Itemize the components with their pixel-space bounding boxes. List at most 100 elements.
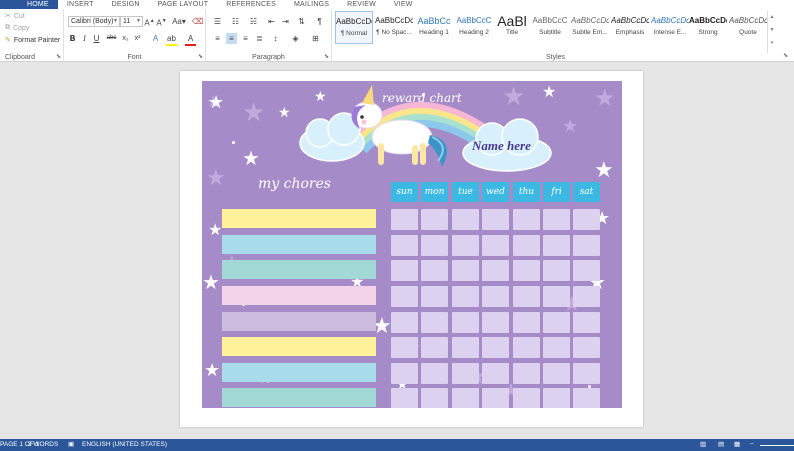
line-spacing-icon[interactable]: ↕	[270, 33, 281, 44]
scroll-up-icon[interactable]: ▲	[768, 11, 776, 24]
clear-formatting-icon[interactable]: ⌫	[192, 16, 203, 27]
status-bar: PAGE 1 OF 1 2 WORDS ▣ ENGLISH (UNITED ST…	[0, 439, 794, 451]
chore-checkbox-cell	[452, 312, 479, 333]
chore-checkbox-cell	[391, 286, 418, 307]
style-normal[interactable]: AaBbCcDc ¶ Normal	[335, 11, 373, 44]
chores-heading: my chores	[258, 176, 332, 192]
copy-icon: ⧉	[5, 24, 10, 31]
paragraph-launcher-icon[interactable]: ⬊	[324, 53, 329, 60]
tab-review[interactable]: REVIEW	[338, 0, 385, 9]
align-center-icon[interactable]: ≡	[226, 33, 237, 44]
borders-icon[interactable]: ⊞	[310, 33, 321, 44]
style-heading-2[interactable]: AaBbCcC Heading 2	[455, 11, 493, 44]
font-group-label: Font	[127, 54, 142, 61]
font-size-dropdown[interactable]: 11 ▼	[120, 16, 143, 27]
proofing-icon[interactable]: ▣	[68, 439, 74, 451]
italic-icon[interactable]: I	[79, 33, 90, 44]
styles-group-label: Styles	[545, 54, 566, 61]
align-right-icon[interactable]: ≡	[240, 33, 251, 44]
zoom-slider[interactable]	[760, 445, 794, 446]
chore-checkbox-cell	[452, 286, 479, 307]
styles-scroll[interactable]: ▲ ▼ ▾	[767, 11, 776, 53]
underline-icon[interactable]: U	[91, 33, 102, 44]
multilevel-list-icon[interactable]: ☵	[248, 16, 259, 27]
more-styles-icon[interactable]: ▾	[768, 37, 776, 50]
tab-design[interactable]: DESIGN	[103, 0, 149, 9]
tab-insert[interactable]: INSERT	[58, 0, 103, 9]
bold-icon[interactable]: B	[67, 33, 78, 44]
bullets-icon[interactable]: ☰	[212, 16, 223, 27]
tab-page-layout[interactable]: PAGE LAYOUT	[149, 0, 218, 9]
chore-checkbox-cell	[573, 388, 600, 408]
style-subtitle[interactable]: AaBbCcC Subtitle	[531, 11, 569, 44]
chore-checkbox-cell	[421, 312, 448, 333]
style-title[interactable]: AaBl Title	[493, 11, 531, 44]
style-no-spacing[interactable]: AaBbCcDc ¶ No Spac...	[375, 11, 413, 44]
chore-checkbox-cell	[452, 260, 479, 281]
text-effects-icon[interactable]: A	[150, 33, 161, 44]
font-name-dropdown[interactable]: Calibri (Body) ▼	[68, 16, 120, 27]
chore-checkbox-cell	[452, 337, 479, 358]
style-quote[interactable]: AaBbCcDc Quote	[729, 11, 767, 44]
tab-home[interactable]: HOME	[18, 0, 58, 9]
style-subtle-emphasis[interactable]: AaBbCcDc Subtle Em...	[571, 11, 609, 44]
clipboard-launcher-icon[interactable]: ⬊	[56, 53, 61, 60]
highlight-color-icon[interactable]: ab	[166, 33, 177, 46]
justify-icon[interactable]: ≣	[254, 33, 265, 44]
scissors-icon: ✂	[5, 13, 11, 20]
subscript-icon[interactable]: x₂	[120, 33, 131, 44]
style-name: Heading 2	[459, 29, 489, 36]
sort-icon[interactable]: ⇅	[296, 16, 307, 27]
zoom-out-icon[interactable]: −	[750, 439, 754, 451]
chore-bar	[222, 312, 376, 331]
numbering-icon[interactable]: ☷	[230, 16, 241, 27]
increase-indent-icon[interactable]: ⇥	[280, 16, 291, 27]
grow-font-icon[interactable]: A▲	[144, 16, 155, 29]
font-color-icon[interactable]: A	[185, 33, 196, 46]
chore-checkbox-cell	[482, 235, 509, 256]
decrease-indent-icon[interactable]: ⇤	[266, 16, 277, 27]
copy-button[interactable]: ⧉ Copy	[5, 24, 29, 32]
shrink-font-icon[interactable]: A▼	[156, 16, 167, 29]
tab-file[interactable]	[0, 0, 18, 9]
day-header-wed: wed	[482, 182, 509, 202]
ribbon-tab-bar: HOME INSERT DESIGN PAGE LAYOUT REFERENCE…	[0, 0, 794, 9]
style-emphasis[interactable]: AaBbCcDc Emphasis	[611, 11, 649, 44]
web-layout-icon[interactable]: ▦	[734, 439, 740, 451]
style-strong[interactable]: AaBbCcDc Strong	[689, 11, 727, 44]
shading-icon[interactable]: ◈	[290, 33, 301, 44]
document-area[interactable]: ★ ★ ★ ★ ★ ★ ★ ★ ★ ★ ★ ★ ★ ★ ★ ★ ★ ★ ★ ★ …	[0, 63, 794, 439]
tab-references[interactable]: REFERENCES	[217, 0, 285, 9]
chore-checkbox-cell	[513, 388, 540, 408]
tab-mailings[interactable]: MAILINGS	[285, 0, 338, 9]
strikethrough-icon[interactable]: abc	[106, 33, 117, 44]
paragraph-group: ☰ ☷ ☵ ⇤ ⇥ ⇅ ¶ ≡ ≡ ≡ ≣ ↕ ◈ ⊞ Paragraph ⬊	[206, 9, 332, 62]
document-page[interactable]: ★ ★ ★ ★ ★ ★ ★ ★ ★ ★ ★ ★ ★ ★ ★ ★ ★ ★ ★ ★ …	[180, 71, 643, 427]
reward-chart-image[interactable]: ★ ★ ★ ★ ★ ★ ★ ★ ★ ★ ★ ★ ★ ★ ★ ★ ★ ★ ★ ★ …	[202, 81, 622, 408]
format-painter-button[interactable]: ✎ Format Painter	[5, 36, 60, 45]
chore-checkbox-cell	[421, 286, 448, 307]
chore-checkbox-cell	[573, 260, 600, 281]
superscript-icon[interactable]: x²	[132, 33, 143, 44]
style-sample: AaBbCcDc	[611, 16, 649, 25]
font-launcher-icon[interactable]: ⬊	[198, 53, 203, 60]
chore-checkbox-cell	[482, 363, 509, 384]
print-layout-icon[interactable]: ▤	[718, 439, 724, 451]
cut-button[interactable]: ✂ Cut	[5, 12, 25, 21]
tab-view[interactable]: VIEW	[385, 0, 422, 9]
style-heading-1[interactable]: AaBbCc Heading 1	[415, 11, 453, 44]
show-formatting-marks-icon[interactable]: ¶	[314, 16, 325, 27]
word-count[interactable]: 2 WORDS	[28, 439, 58, 451]
day-header-sat: sat	[573, 182, 600, 202]
change-case-icon[interactable]: Aa▾	[171, 16, 187, 27]
copy-label: Copy	[13, 24, 30, 32]
align-left-icon[interactable]: ≡	[212, 33, 223, 44]
read-mode-icon[interactable]: ▥	[700, 439, 706, 451]
styles-launcher-icon[interactable]: ⬊	[783, 52, 788, 59]
scroll-down-icon[interactable]: ▼	[768, 24, 776, 37]
style-name: Emphasis	[615, 29, 645, 36]
chore-checkbox-cell	[543, 235, 570, 256]
language-indicator[interactable]: ENGLISH (UNITED STATES)	[82, 439, 167, 451]
day-header-thu: thu	[513, 182, 540, 202]
style-intense-emphasis[interactable]: AaBbCcDc Intense E...	[651, 11, 689, 44]
